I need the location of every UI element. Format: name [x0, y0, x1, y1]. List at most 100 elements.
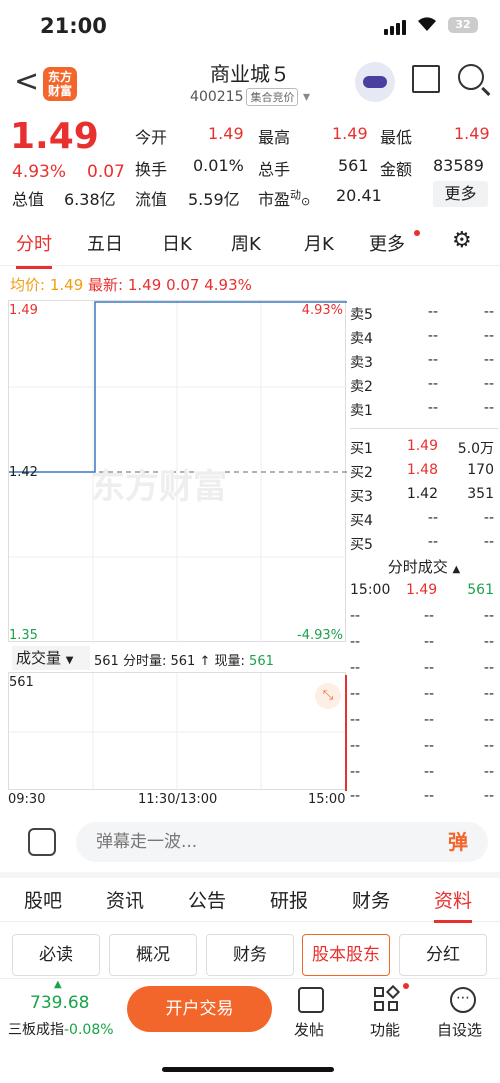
tab-monthly[interactable]: 月K	[304, 230, 334, 256]
signal-icon	[384, 20, 406, 35]
expand-icon[interactable]: ⤡	[315, 683, 341, 709]
axis-top-price: 1.49	[9, 303, 38, 318]
volume-axis: 561	[9, 675, 34, 690]
high-label: 最高	[258, 128, 291, 147]
tab-5day[interactable]: 五日	[87, 230, 123, 256]
x-end: 15:00	[308, 792, 346, 807]
low-value: 1.49	[454, 124, 490, 143]
change-value: 0.07	[87, 162, 125, 182]
ask-row: 卖2 -- --	[350, 376, 494, 395]
post-icon[interactable]	[298, 987, 324, 1013]
status-bar: 21:00 32	[0, 0, 500, 52]
section-tabs: 股吧 资讯 公告 研报 财务 资料	[0, 878, 500, 923]
nav-bar: < 东方 财富 商业城５ 400215 集合竞价 ▾	[0, 52, 500, 116]
trade-row: -- -- --	[350, 764, 494, 780]
danmu-send-icon[interactable]: 弹	[442, 826, 474, 858]
subtab-dividend[interactable]: 分红	[399, 934, 487, 976]
chart-tabs: 分时 五日 日K 周K 月K 更多 ⚙	[0, 222, 500, 269]
axis-bot-price: 1.35	[9, 628, 38, 643]
chevron-down-icon[interactable]: ▾	[303, 89, 310, 105]
x-mid: 11:30/13:00	[138, 792, 218, 807]
last-label: 最新:	[88, 276, 124, 294]
auction-tag: 集合竞价	[246, 88, 299, 106]
volume-select[interactable]: 成交量 ▼	[12, 646, 90, 670]
tab-announcements[interactable]: 公告	[188, 886, 226, 913]
last-pct: 4.93%	[204, 276, 252, 294]
tab-intraday[interactable]: 分时	[16, 230, 52, 269]
function-label[interactable]: 功能	[370, 1019, 400, 1040]
float-value: 5.59亿	[188, 190, 240, 209]
volume-header: 成交量 ▼ 561 分时量: 561 ↑ 现量: 561	[8, 646, 346, 672]
last-change: 0.07	[166, 276, 200, 294]
ask-row: 卖5 -- --	[350, 304, 494, 323]
ask-row: 卖1 -- --	[350, 400, 494, 419]
trade-row: -- -- --	[350, 686, 494, 702]
intraday-chart[interactable]: 东方财富 1.49 4.93% 1.42 1.35 -4.93%	[8, 300, 347, 643]
subtab-must-read[interactable]: 必读	[12, 934, 100, 976]
subtab-shareholders[interactable]: 股本股东	[302, 934, 390, 976]
open-account-button[interactable]: 开户交易	[127, 986, 272, 1032]
volume-label: 总手	[258, 160, 291, 179]
volume-desc: 561 分时量: 561 ↑ 现量: 561	[94, 654, 274, 669]
open-value: 1.49	[208, 124, 244, 143]
trade-row: -- -- --	[350, 788, 494, 804]
open-label: 今开	[135, 128, 168, 147]
settings-icon[interactable]: ⚙	[452, 228, 472, 253]
ask-row: 卖4 -- --	[350, 328, 494, 347]
tab-finance[interactable]: 财务	[352, 886, 390, 913]
tab-news[interactable]: 资讯	[106, 886, 144, 913]
bid-row: 买5 -- --	[350, 534, 494, 553]
quote-panel: 1.49 4.93% 0.07 今开 1.49 最高 1.49 最低 1.49 …	[0, 116, 500, 216]
danmu-input[interactable]: 弹幕走一波... 弹	[76, 822, 488, 862]
function-icon[interactable]	[374, 984, 401, 1013]
last-price: 1.49	[10, 116, 99, 157]
status-time: 21:00	[40, 14, 107, 38]
axis-bot-pct: -4.93%	[297, 628, 343, 643]
tab-research[interactable]: 研报	[270, 886, 308, 913]
pe-value: 20.41	[336, 186, 382, 205]
custom-label[interactable]: 自设选	[437, 1019, 482, 1040]
trades-header[interactable]: 分时成交 ▲	[350, 556, 498, 577]
more-button[interactable]: 更多	[433, 181, 488, 207]
share-icon[interactable]	[412, 65, 440, 93]
divider	[350, 428, 498, 429]
bid-row: 买2 1.48 170	[350, 462, 494, 481]
trade-row: -- -- --	[350, 738, 494, 754]
mktcap-label: 总值	[12, 190, 45, 209]
tab-profile[interactable]: 资料	[434, 886, 473, 923]
tab-daily[interactable]: 日K	[162, 230, 192, 256]
bid-row: 买1 1.49 5.0万	[350, 438, 494, 457]
more-icon[interactable]: ⋯	[450, 987, 476, 1013]
high-value: 1.49	[332, 124, 368, 143]
index-value[interactable]: 739.68	[30, 993, 89, 1013]
trade-row: 15:00 1.49 561	[350, 582, 494, 598]
subtab-overview[interactable]: 概况	[109, 934, 197, 976]
ask-row: 卖3 -- --	[350, 352, 494, 371]
avg-value: 1.49	[49, 276, 84, 294]
subtab-finance[interactable]: 财务	[206, 934, 294, 976]
index-name[interactable]: 三板成指-0.08%	[8, 1019, 114, 1039]
volume-chart[interactable]: 561 ⤡	[8, 672, 347, 791]
change-pct: 4.93%	[12, 162, 67, 182]
turnover-value: 0.01%	[193, 156, 244, 175]
notify-dot	[403, 983, 409, 989]
low-label: 最低	[380, 128, 413, 147]
assistant-icon[interactable]	[355, 62, 395, 102]
tab-guba[interactable]: 股吧	[24, 886, 62, 913]
amount-value: 83589	[433, 156, 484, 175]
info-icon[interactable]: ⊙	[301, 195, 310, 208]
x-start: 09:30	[8, 792, 46, 807]
post-label[interactable]: 发帖	[294, 1019, 324, 1040]
volume-grid	[9, 673, 347, 791]
trade-row: -- -- --	[350, 608, 494, 624]
tab-weekly[interactable]: 周K	[231, 230, 261, 256]
danmu-toggle-icon[interactable]	[28, 828, 56, 856]
trade-row: -- -- --	[350, 712, 494, 728]
home-indicator	[162, 1067, 334, 1072]
tab-more[interactable]: 更多	[369, 230, 405, 256]
stock-code: 400215	[190, 89, 244, 105]
search-icon[interactable]	[458, 64, 484, 90]
watermark: 东方财富	[91, 467, 227, 507]
float-label: 流值	[135, 190, 168, 209]
last-value: 1.49	[127, 276, 162, 294]
